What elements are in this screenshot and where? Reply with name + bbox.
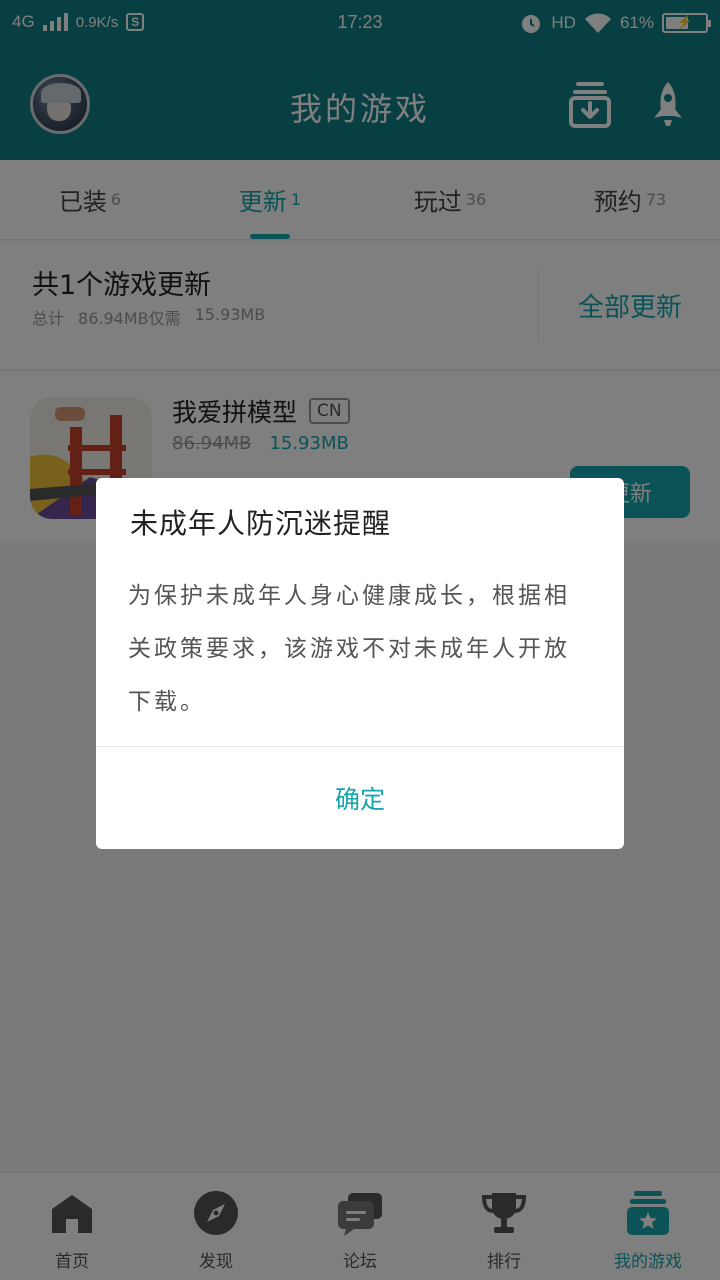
dialog-message: 为保护未成年人身心健康成长，根据相关政策要求，该游戏不对未成年人开放下载。	[128, 583, 570, 715]
dialog-title: 未成年人防沉迷提醒	[130, 507, 392, 540]
anti-addiction-dialog: 未成年人防沉迷提醒 为保护未成年人身心健康成长，根据相关政策要求，该游戏不对未成…	[96, 478, 624, 849]
confirm-button[interactable]: 确定	[96, 747, 624, 849]
